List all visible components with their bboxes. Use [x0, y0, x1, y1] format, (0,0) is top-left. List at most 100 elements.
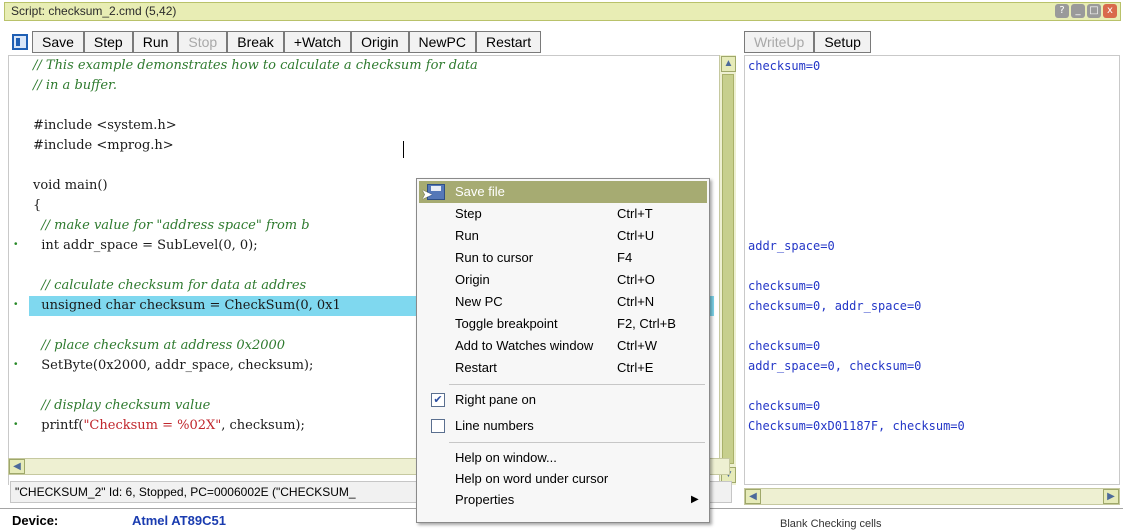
menu-item-label: Restart	[455, 360, 497, 375]
toolbar-writeup-button[interactable]: WriteUp	[744, 31, 815, 53]
code-line[interactable]: SetByte(0x2000, addr_space, checksum);	[33, 356, 313, 376]
watch-pane: WriteUp Setup checksum=0 addr_space=0 check…	[744, 30, 1121, 508]
context-menu: ➤ Save file Step Ctrl+T Run Ctrl+U Run to curs…	[416, 178, 710, 523]
title-bar: Script: checksum_2.cmd (5,42) ? _ □ x	[4, 2, 1121, 21]
gutter[interactable]: • • • •	[9, 56, 25, 485]
string-literal: "Checksum = %02X"	[83, 418, 222, 433]
menu-item-save-file[interactable]: ➤ Save file	[419, 181, 707, 203]
code-line[interactable]: void main()	[33, 176, 108, 196]
menu-item-shortcut: Ctrl+U	[617, 228, 655, 243]
watch-line: checksum=0	[748, 59, 821, 73]
code-line[interactable]: // in a buffer.	[33, 76, 117, 96]
checkbox-checked-icon[interactable]: ✔	[431, 393, 445, 407]
toolbar-stop-button[interactable]: Stop	[178, 31, 228, 53]
toolbar-watch-button[interactable]: +Watch	[283, 31, 352, 53]
toolbar-setup-button[interactable]: Setup	[814, 31, 871, 53]
menu-item-shortcut: Ctrl+N	[617, 294, 655, 309]
status-text: "CHECKSUM_2" Id: 6, Stopped, PC=0006002E…	[15, 485, 356, 499]
checkbox-unchecked-icon[interactable]	[431, 419, 445, 433]
scroll-right-icon[interactable]: ▶	[1103, 489, 1119, 504]
device-value: Atmel AT89C51	[132, 513, 226, 528]
breakpoint-marker[interactable]: •	[14, 299, 18, 310]
code-text: printf(	[33, 418, 84, 433]
menu-item-label: Run	[455, 228, 479, 243]
code-text: , checksum);	[221, 418, 305, 433]
code-line[interactable]: int addr_space = SubLevel(0, 0);	[33, 236, 257, 256]
toolbar-run-button[interactable]: Run	[132, 31, 179, 53]
scroll-thumb[interactable]	[722, 74, 734, 464]
menu-item-new-pc[interactable]: New PC Ctrl+N	[419, 291, 707, 313]
menu-item-properties[interactable]: Properties ▶	[419, 489, 707, 511]
menu-item-shortcut: F2, Ctrl+B	[617, 316, 676, 331]
menu-item-label: Help on word under cursor	[455, 471, 609, 486]
watch-line: checksum=0	[748, 339, 821, 353]
watch-line: addr_space=0	[748, 239, 835, 253]
watch-line: addr_space=0, checksum=0	[748, 359, 922, 373]
toolbar-save-button[interactable]: Save	[32, 31, 84, 53]
toolbar-origin-button[interactable]: Origin	[351, 31, 409, 53]
menu-item-run[interactable]: Run Ctrl+U	[419, 225, 707, 247]
breakpoint-marker[interactable]: •	[14, 419, 18, 430]
text-caret	[403, 141, 404, 158]
breakpoint-marker[interactable]: •	[14, 239, 18, 250]
right-toolbar: WriteUp Setup	[744, 30, 871, 54]
code-comment: // in a buffer.	[33, 78, 117, 93]
menu-item-help-on-word-under-cursor[interactable]: Help on word under cursor	[419, 468, 707, 490]
maximize-icon[interactable]: □	[1087, 4, 1101, 18]
menu-item-shortcut: Ctrl+O	[617, 272, 655, 287]
script-toolbar: Save Step Run Stop Break +Watch Origin NewPC Res…	[8, 30, 740, 54]
watch-line: checksum=0, addr_space=0	[748, 299, 922, 313]
device-status-text: Blank Checking cells	[780, 518, 882, 530]
vertical-scrollbar[interactable]: ▲ ▼	[719, 55, 736, 485]
menu-item-shortcut: Ctrl+T	[617, 206, 653, 221]
minimize-icon[interactable]: _	[1071, 4, 1085, 18]
script-window: Script: checksum_2.cmd (5,42) ? _ □ x Sa…	[0, 0, 1123, 531]
menu-item-origin[interactable]: Origin Ctrl+O	[419, 269, 707, 291]
breakpoint-marker[interactable]: •	[14, 359, 18, 370]
code-line[interactable]: // calculate checksum for data at addres	[33, 276, 306, 296]
scroll-left-icon[interactable]: ◀	[9, 459, 25, 474]
menu-item-right-pane-on[interactable]: ✔ Right pane on	[419, 389, 707, 411]
menu-separator	[449, 384, 705, 385]
watch-output[interactable]: checksum=0 addr_space=0 checksum=0 checksum…	[744, 55, 1120, 485]
menu-item-help-on-window-[interactable]: Help on window...	[419, 447, 707, 469]
help-icon[interactable]: ?	[1055, 4, 1069, 18]
mouse-cursor-icon: ➤	[421, 186, 433, 202]
code-text: SetByte(0x2000, addr_space, checksum);	[33, 358, 314, 373]
toolbar-restart-button[interactable]: Restart	[475, 31, 542, 53]
menu-item-label: Run to cursor	[455, 250, 534, 265]
toolbar-step-button[interactable]: Step	[83, 31, 133, 53]
window-title: Script: checksum_2.cmd (5,42)	[11, 4, 177, 18]
menu-item-shortcut: F4	[617, 250, 633, 265]
code-line[interactable]: // This example demonstrates how to calc…	[33, 56, 478, 76]
menu-item-restart[interactable]: Restart Ctrl+E	[419, 357, 707, 379]
toolbar-break-button[interactable]: Break	[227, 31, 284, 53]
menu-item-step[interactable]: Step Ctrl+T	[419, 203, 707, 225]
menu-item-label: Save file	[455, 184, 505, 199]
code-text: unsigned char checksum = CheckSum(0, 0x1	[33, 298, 341, 313]
code-comment: // calculate checksum for data at addres	[33, 278, 307, 293]
watch-line: checksum=0	[748, 279, 821, 293]
code-line[interactable]: #include <mprog.h>	[33, 136, 174, 156]
window-controls: ? _ □ x	[1055, 4, 1117, 18]
menu-item-label: Properties	[455, 492, 515, 507]
code-line[interactable]: {	[33, 196, 41, 216]
menu-item-add-to-watches-window[interactable]: Add to Watches window Ctrl+W	[419, 335, 707, 357]
pane-icon[interactable]	[12, 34, 28, 50]
menu-item-toggle-breakpoint[interactable]: Toggle breakpoint F2, Ctrl+B	[419, 313, 707, 335]
close-icon[interactable]: x	[1103, 4, 1117, 18]
scroll-up-icon[interactable]: ▲	[721, 56, 736, 72]
code-line[interactable]: // display checksum value	[33, 396, 210, 416]
scroll-left-icon[interactable]: ◀	[745, 489, 761, 504]
code-line[interactable]: printf("Checksum = %02X", checksum);	[33, 416, 305, 436]
code-line[interactable]: // place checksum at address 0x2000	[33, 336, 285, 356]
watch-line: checksum=0	[748, 399, 821, 413]
menu-item-run-to-cursor[interactable]: Run to cursor F4	[419, 247, 707, 269]
toolbar-newpc-button[interactable]: NewPC	[408, 31, 476, 53]
code-line[interactable]: // make value for "address space" from b	[33, 216, 309, 236]
code-line[interactable]: #include <system.h>	[33, 116, 177, 136]
horizontal-scrollbar-right[interactable]: ◀ ▶	[744, 488, 1120, 505]
menu-item-shortcut: Ctrl+W	[617, 338, 658, 353]
menu-item-line-numbers[interactable]: Line numbers	[419, 415, 707, 437]
code-comment: // display checksum value	[33, 398, 211, 413]
